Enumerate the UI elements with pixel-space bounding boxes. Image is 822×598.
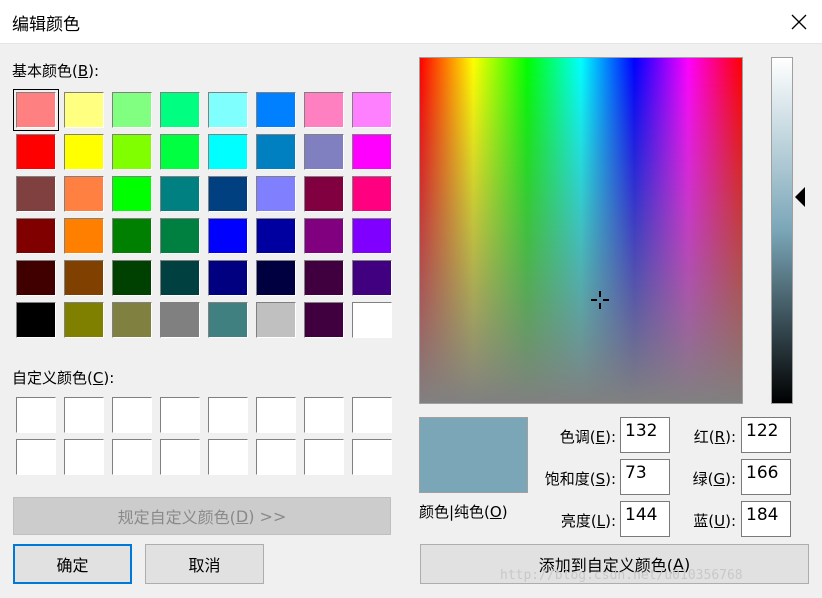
basic-color-swatch[interactable] <box>160 260 200 296</box>
luminance-arrow-icon[interactable] <box>794 186 806 208</box>
blue-label: 蓝(U): <box>693 512 736 530</box>
basic-color-swatch[interactable] <box>352 176 392 212</box>
close-icon <box>791 14 807 30</box>
basic-color-swatch[interactable] <box>112 302 152 338</box>
custom-color-swatch[interactable] <box>160 439 200 475</box>
custom-color-swatch[interactable] <box>64 439 104 475</box>
saturation-label: 饱和度(S): <box>544 470 616 488</box>
basic-color-swatch[interactable] <box>160 134 200 170</box>
custom-color-swatch[interactable] <box>304 397 344 433</box>
basic-color-swatch[interactable] <box>256 134 296 170</box>
basic-color-swatch[interactable] <box>256 260 296 296</box>
basic-color-swatch[interactable] <box>16 218 56 254</box>
color-preview <box>419 417 528 493</box>
basic-color-swatch[interactable] <box>160 92 200 128</box>
basic-color-swatch[interactable] <box>208 218 248 254</box>
custom-color-swatch[interactable] <box>64 397 104 433</box>
custom-color-swatch[interactable] <box>352 397 392 433</box>
basic-color-swatch[interactable] <box>16 302 56 338</box>
basic-color-swatch[interactable] <box>352 302 392 338</box>
basic-color-swatch[interactable] <box>352 218 392 254</box>
custom-color-swatch[interactable] <box>112 397 152 433</box>
basic-color-swatch[interactable] <box>304 176 344 212</box>
basic-color-swatch[interactable] <box>16 134 56 170</box>
basic-color-swatch[interactable] <box>208 302 248 338</box>
title-bar: 编辑颜色 <box>0 0 822 44</box>
blue-field[interactable]: 184 <box>741 501 791 537</box>
hue-field[interactable]: 132 <box>620 417 670 453</box>
basic-color-swatch[interactable] <box>256 176 296 212</box>
color-spectrum[interactable] <box>419 57 743 404</box>
crosshair-icon <box>591 291 609 309</box>
basic-color-swatch[interactable] <box>112 260 152 296</box>
basic-color-swatch[interactable] <box>112 176 152 212</box>
define-custom-colors-button[interactable]: 规定自定义颜色(D) >> <box>13 497 391 535</box>
custom-color-swatch[interactable] <box>256 439 296 475</box>
window-title: 编辑颜色 <box>12 15 80 35</box>
basic-color-swatch[interactable] <box>304 218 344 254</box>
basic-color-swatch[interactable] <box>352 134 392 170</box>
custom-color-swatch[interactable] <box>304 439 344 475</box>
basic-color-swatch[interactable] <box>64 176 104 212</box>
basic-color-swatch[interactable] <box>352 92 392 128</box>
custom-color-swatch[interactable] <box>208 397 248 433</box>
basic-color-swatch[interactable] <box>304 260 344 296</box>
luminance-slider[interactable] <box>771 57 793 404</box>
basic-color-swatch[interactable] <box>208 176 248 212</box>
basic-color-swatch[interactable] <box>256 302 296 338</box>
basic-color-swatch[interactable] <box>16 260 56 296</box>
custom-color-swatch[interactable] <box>16 439 56 475</box>
basic-color-swatch[interactable] <box>304 302 344 338</box>
basic-color-swatch[interactable] <box>64 134 104 170</box>
basic-color-swatch[interactable] <box>208 260 248 296</box>
saturation-field[interactable]: 73 <box>620 459 670 495</box>
green-label: 绿(G): <box>692 470 736 488</box>
custom-colors-label: 自定义颜色(C): <box>12 369 115 387</box>
ok-button[interactable]: 确定 <box>13 544 132 584</box>
close-button[interactable] <box>776 0 822 44</box>
basic-colors-label: 基本颜色(B): <box>12 62 100 80</box>
basic-color-swatch[interactable] <box>304 92 344 128</box>
basic-color-swatch[interactable] <box>160 218 200 254</box>
green-field[interactable]: 166 <box>741 459 791 495</box>
basic-color-swatch[interactable] <box>208 134 248 170</box>
luminance-field[interactable]: 144 <box>620 501 670 537</box>
basic-color-swatch[interactable] <box>112 218 152 254</box>
watermark: http://blog.csdn.net/u010356768 <box>500 568 743 583</box>
basic-color-swatch[interactable] <box>352 260 392 296</box>
basic-color-swatch[interactable] <box>64 218 104 254</box>
basic-color-swatch[interactable] <box>64 92 104 128</box>
custom-color-swatch[interactable] <box>16 397 56 433</box>
basic-color-swatch[interactable] <box>160 302 200 338</box>
basic-color-swatch[interactable] <box>304 134 344 170</box>
custom-color-swatch[interactable] <box>112 439 152 475</box>
red-field[interactable]: 122 <box>741 417 791 453</box>
custom-color-swatch[interactable] <box>160 397 200 433</box>
basic-color-swatch[interactable] <box>64 260 104 296</box>
cancel-button[interactable]: 取消 <box>145 544 264 584</box>
basic-color-swatch[interactable] <box>112 134 152 170</box>
custom-color-swatch[interactable] <box>256 397 296 433</box>
custom-color-swatch[interactable] <box>352 439 392 475</box>
preview-label[interactable]: 颜色|纯色(O) <box>419 501 508 522</box>
custom-color-swatch[interactable] <box>208 439 248 475</box>
hue-label: 色调(E): <box>559 428 616 446</box>
basic-color-swatch[interactable] <box>208 92 248 128</box>
basic-color-swatch[interactable] <box>64 302 104 338</box>
basic-color-swatch[interactable] <box>160 176 200 212</box>
red-label: 红(R): <box>693 428 736 446</box>
luminance-label: 亮度(L): <box>560 512 616 530</box>
basic-color-swatch[interactable] <box>256 218 296 254</box>
basic-color-swatch[interactable] <box>13 89 59 131</box>
basic-color-swatch[interactable] <box>256 92 296 128</box>
basic-color-swatch[interactable] <box>16 176 56 212</box>
basic-color-swatch[interactable] <box>112 92 152 128</box>
